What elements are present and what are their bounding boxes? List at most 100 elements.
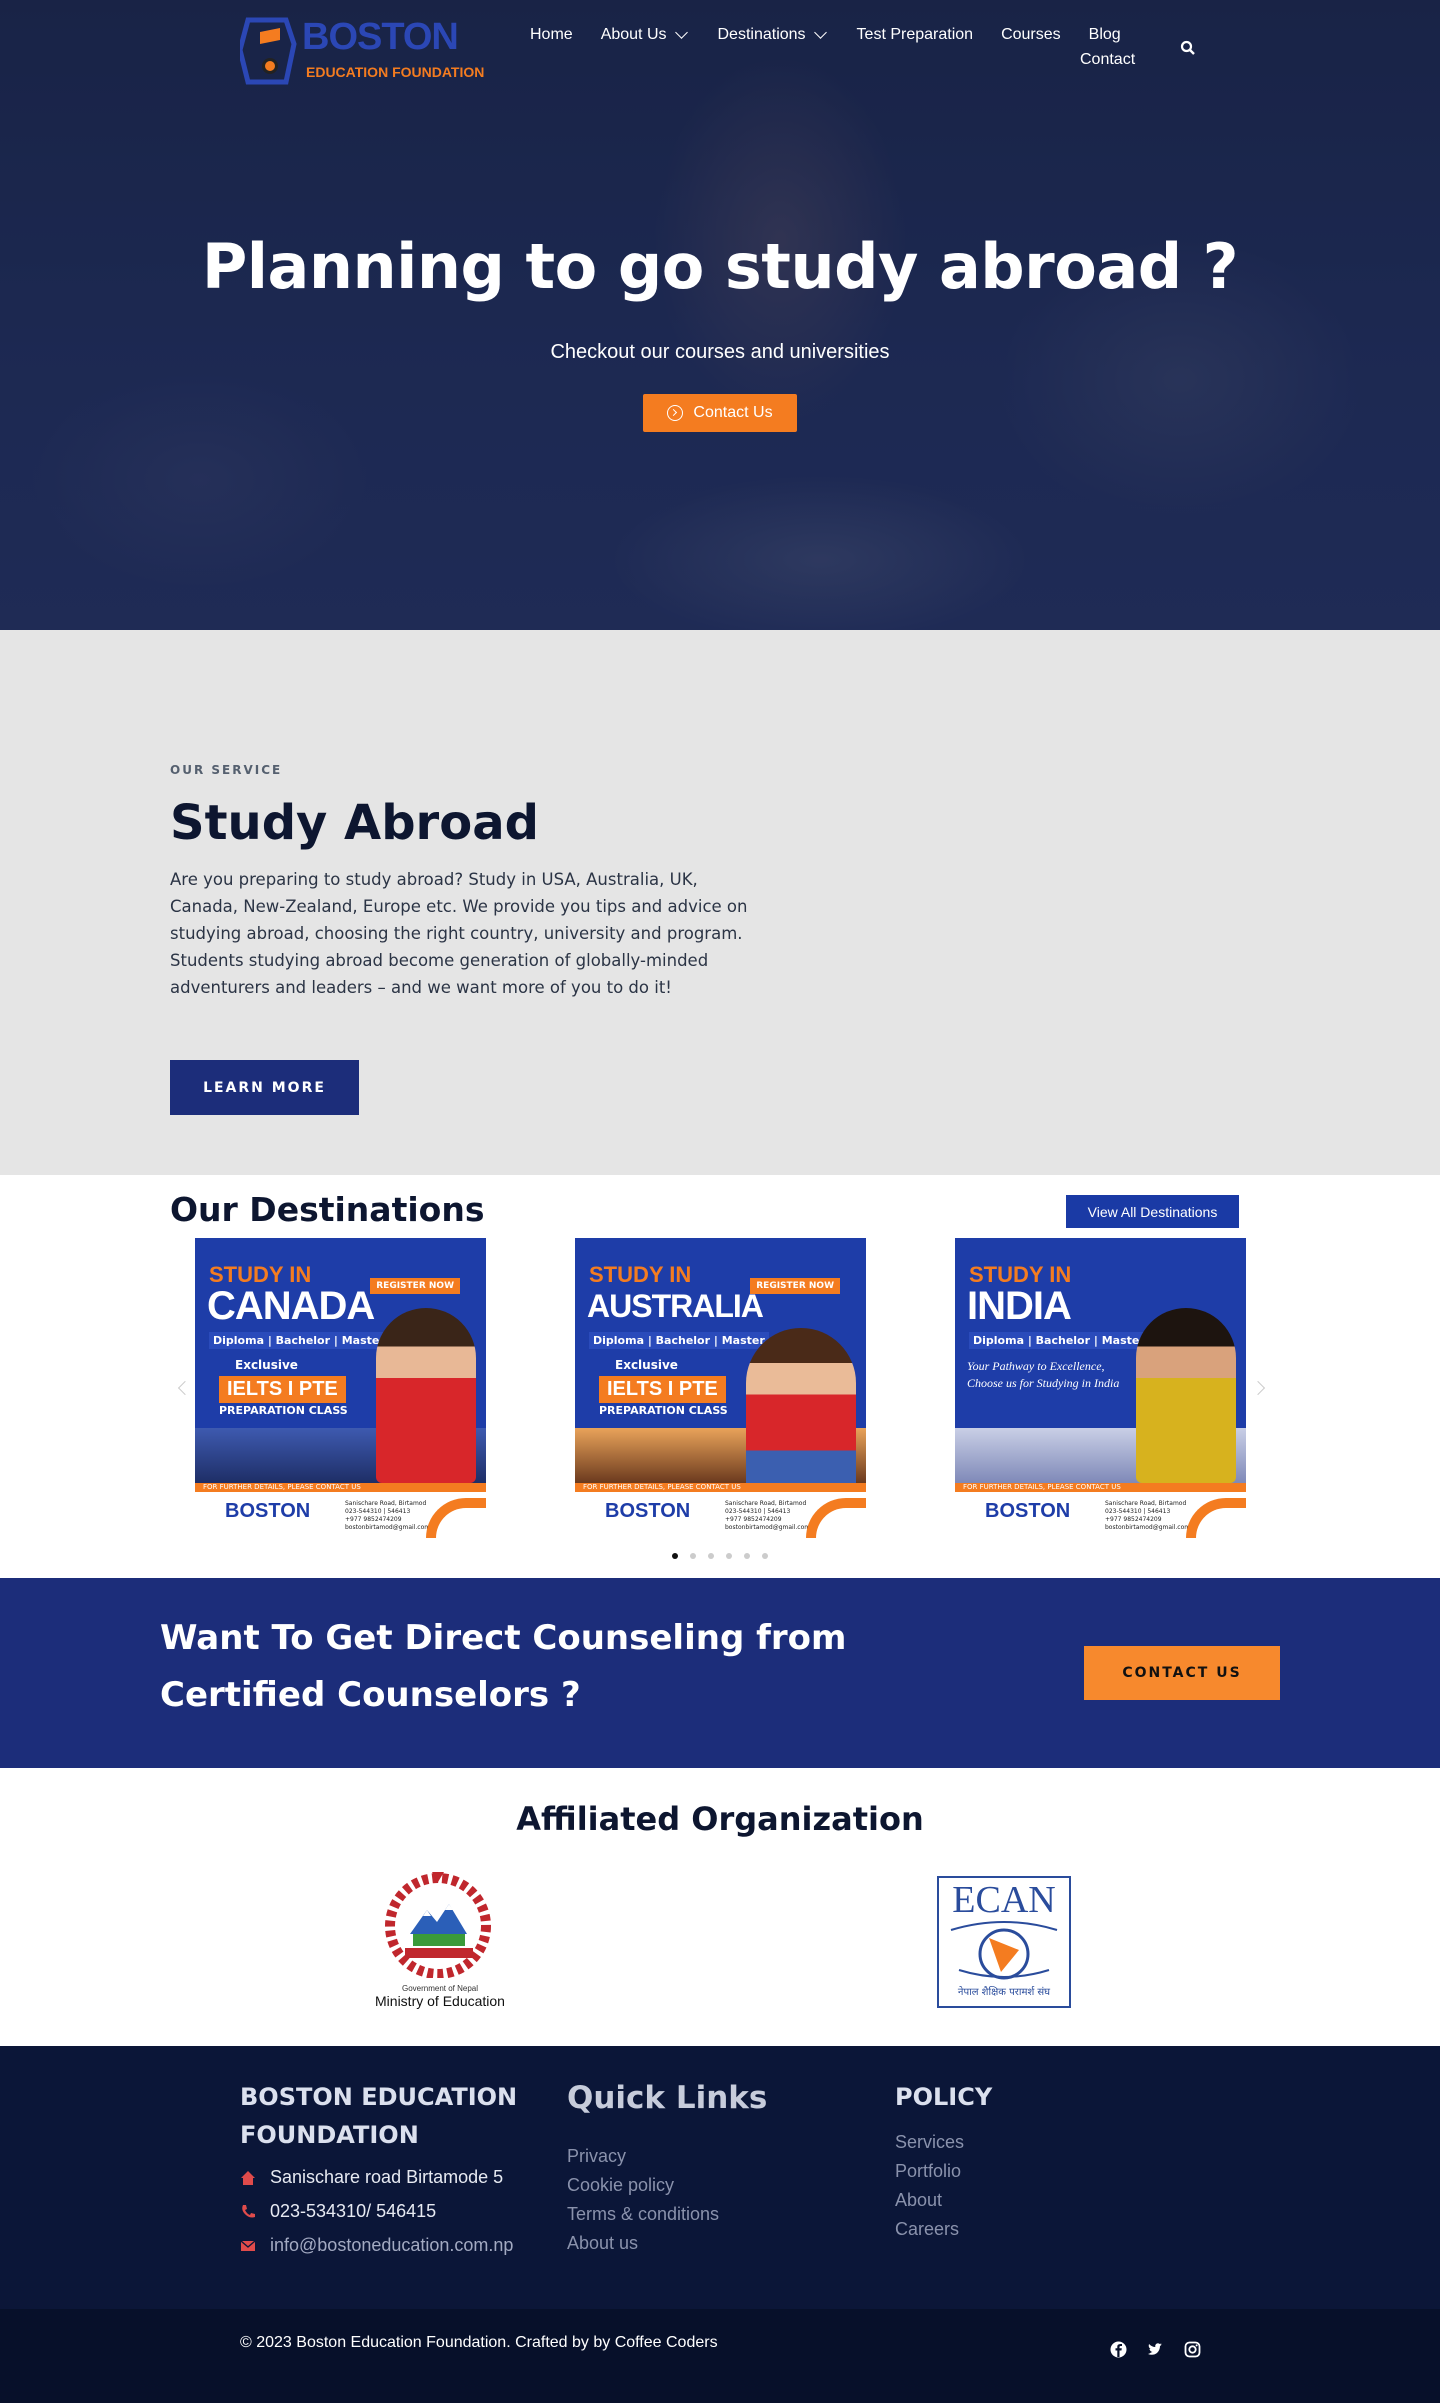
card-register-badge: REGISTER NOW [370, 1278, 460, 1294]
counseling-cta: Want To Get Direct Counseling from Certi… [0, 1578, 1440, 1768]
carousel-dot[interactable] [744, 1553, 750, 1559]
copyright: © 2023 Boston Education Foundation. Craf… [240, 2334, 718, 2351]
top-nav: BOSTON EDUCATION FOUNDATION Home About U… [0, 0, 1440, 95]
arrow-circle-icon [667, 405, 684, 421]
footer-email[interactable]: info@bostoneducation.com.np [240, 2235, 540, 2256]
search-icon[interactable] [1180, 40, 1198, 58]
footer-link-cookie-policy[interactable]: Cookie policy [567, 2171, 867, 2200]
footer-phone: 023-534310/ 546415 [240, 2201, 540, 2222]
card-levels: Diploma | Bachelor | Master [969, 1332, 1149, 1349]
carousel-dot[interactable] [690, 1553, 696, 1559]
card-contact-strip: FOR FURTHER DETAILS, PLEASE CONTACT US [575, 1483, 866, 1492]
nav-about-us-label: About Us [600, 26, 667, 43]
carousel-dot[interactable] [726, 1553, 732, 1559]
footer-link-about-us[interactable]: About us [567, 2229, 867, 2258]
card-address: Sanischare Road, Birtamod [345, 1500, 427, 1507]
logo-subtext: EDUCATION FOUNDATION [306, 64, 485, 80]
footer-link-terms[interactable]: Terms & conditions [567, 2200, 867, 2229]
footer-link-about[interactable]: About [895, 2186, 1195, 2215]
home-icon [240, 2170, 256, 2186]
card-country: CANADA [207, 1284, 375, 1328]
nav-courses-label: Courses [1001, 26, 1061, 43]
site-logo[interactable]: BOSTON EDUCATION FOUNDATION [237, 14, 484, 88]
card-tagline: Your Pathway to Excellence, Choose us fo… [967, 1359, 1120, 1390]
student-photo [1136, 1308, 1236, 1483]
orange-swoosh-graphic [426, 1498, 486, 1538]
policy-title: POLICY [895, 2083, 993, 2111]
card-footer: BOSTON Sanischare Road, Birtamod 023-544… [195, 1492, 486, 1538]
service-title: Study Abroad [170, 795, 539, 851]
footer-link-portfolio[interactable]: Portfolio [895, 2157, 1195, 2186]
card-contact-info: Sanischare Road, Birtamod 023-544310 | 5… [725, 1500, 810, 1532]
service-description: Are you preparing to study abroad? Study… [170, 870, 748, 997]
carousel-pagination [672, 1553, 768, 1559]
card-email: bostonbirtamod@gmail.com [725, 1524, 811, 1531]
destination-card-india[interactable]: STUDY IN INDIA Diploma | Bachelor | Mast… [955, 1238, 1246, 1538]
card-phone: 023-544310 | 546413 [345, 1508, 411, 1515]
hero-contact-button-label: Contact Us [693, 404, 773, 421]
card-contact-strip: FOR FURTHER DETAILS, PLEASE CONTACT US [955, 1483, 1246, 1492]
quick-links-title: Quick Links [567, 2080, 768, 2116]
card-phone: 023-544310 | 546413 [1105, 1508, 1171, 1515]
twitter-icon[interactable] [1147, 2341, 1164, 2358]
card-ielts: IELTS I PTE [599, 1376, 726, 1403]
footer-email-text: info@bostoneducation.com.np [270, 2235, 514, 2255]
ecan-logo-text: ECAN [952, 1879, 1056, 1921]
social-links [1110, 2341, 1201, 2358]
destinations-title: Our Destinations [170, 1190, 485, 1229]
card-address: Sanischare Road, Birtamod [725, 1500, 807, 1507]
hero-contact-button[interactable]: Contact Us [643, 394, 797, 432]
orange-swoosh-graphic [806, 1498, 866, 1538]
learn-more-button[interactable]: LEARN MORE [170, 1060, 359, 1115]
footer-address: Sanischare road Birtamode 5 [240, 2167, 540, 2188]
phone-icon [240, 2204, 256, 2220]
view-all-destinations-button[interactable]: View All Destinations [1066, 1195, 1239, 1228]
destination-card-australia[interactable]: STUDY IN AUSTRALIA Diploma | Bachelor | … [575, 1238, 866, 1538]
destination-card-canada[interactable]: STUDY IN CANADA Diploma | Bachelor | Mas… [195, 1238, 486, 1538]
nav-test-preparation-label: Test Preparation [856, 26, 974, 43]
instagram-icon[interactable] [1184, 2341, 1201, 2358]
service-section: OUR SERVICE Study Abroad Are you prepari… [0, 630, 1440, 1175]
card-ielts: IELTS I PTE [219, 1376, 346, 1403]
footer-link-careers[interactable]: Careers [895, 2215, 1195, 2244]
cta-contact-button[interactable]: CONTACT US [1084, 1646, 1280, 1700]
footer-link-privacy[interactable]: Privacy [567, 2142, 867, 2171]
nav-about-us[interactable]: About Us [601, 26, 690, 44]
chevron-down-icon [813, 26, 827, 39]
card-contact-info: Sanischare Road, Birtamod 023-544310 | 5… [1105, 1500, 1190, 1532]
ecan-logo[interactable]: ECAN नेपाल शैक्षिक परामर्श संघ [937, 1876, 1071, 2008]
card-brand: BOSTON [985, 1500, 1071, 1522]
carousel-dot[interactable] [708, 1553, 714, 1559]
nav-contact[interactable]: Contact [1080, 51, 1135, 69]
site-footer: BOSTON EDUCATION FOUNDATION Sanischare r… [0, 2046, 1440, 2309]
card-brand: BOSTON [225, 1500, 311, 1522]
card-levels: Diploma | Bachelor | Master [589, 1332, 769, 1349]
ministry-of-education-logo[interactable]: Government of Nepal Ministry of Educatio… [365, 1868, 515, 2013]
card-email: bostonbirtamod@gmail.com [345, 1524, 431, 1531]
student-photo [376, 1308, 476, 1483]
nav-courses[interactable]: Courses [1001, 26, 1061, 44]
carousel-next-icon[interactable] [1250, 1380, 1266, 1396]
card-contact-info: Sanischare Road, Birtamod 023-544310 | 5… [345, 1500, 430, 1532]
nav-home-label: Home [530, 26, 573, 43]
carousel-prev-icon[interactable] [177, 1380, 193, 1396]
footer-org-name: BOSTON EDUCATION FOUNDATION [240, 2083, 518, 2149]
nav-test-preparation[interactable]: Test Preparation [857, 26, 974, 44]
footer-link-services[interactable]: Services [895, 2128, 1195, 2157]
facebook-icon[interactable] [1110, 2341, 1127, 2358]
card-mobile: +977 9852474209 [345, 1516, 402, 1523]
carousel-dot[interactable] [762, 1553, 768, 1559]
card-register-badge: REGISTER NOW [750, 1278, 840, 1294]
footer-quick-links: Quick Links Privacy Cookie policy Terms … [567, 2078, 867, 2258]
nav-blog[interactable]: Blog [1089, 26, 1121, 44]
footer-address-text: Sanischare road Birtamode 5 [270, 2167, 504, 2187]
card-exclusive: Exclusive [615, 1358, 678, 1372]
nav-home[interactable]: Home [530, 26, 573, 44]
card-contact-strip: FOR FURTHER DETAILS, PLEASE CONTACT US [195, 1483, 486, 1492]
hero-section: BOSTON EDUCATION FOUNDATION Home About U… [0, 0, 1440, 630]
nav-destinations-label: Destinations [717, 26, 806, 43]
carousel-dot[interactable] [672, 1553, 678, 1559]
nav-destinations[interactable]: Destinations [718, 26, 829, 44]
card-mobile: +977 9852474209 [725, 1516, 782, 1523]
main-menu: Home About Us Destinations Test Preparat… [530, 26, 1150, 68]
